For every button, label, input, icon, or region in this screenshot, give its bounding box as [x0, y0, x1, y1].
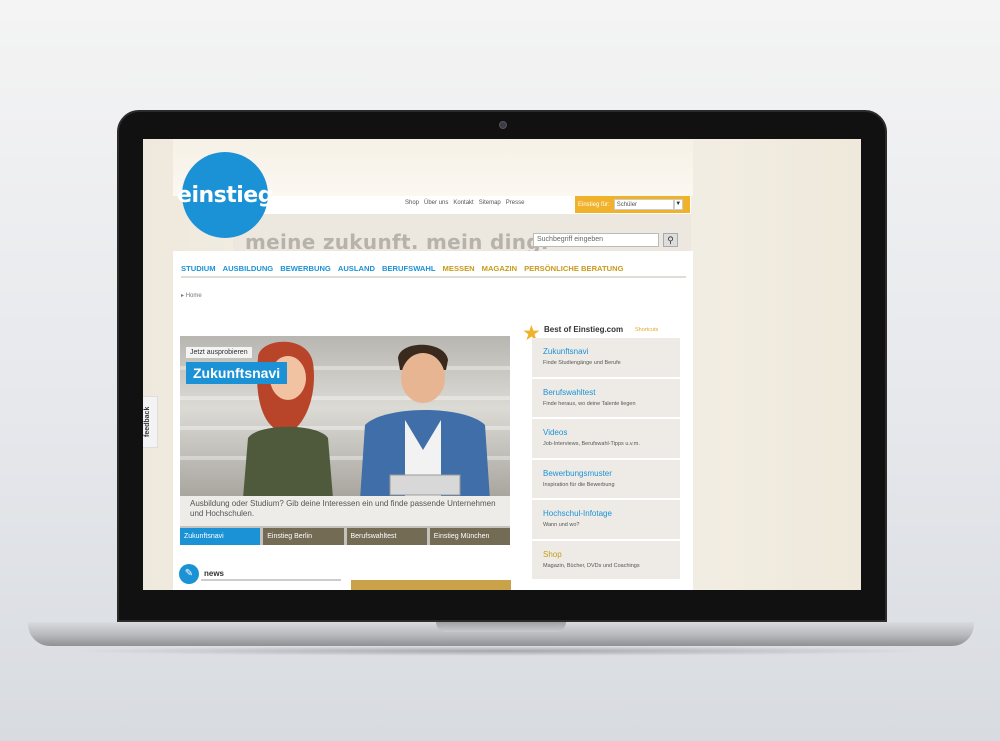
breadcrumb-home[interactable]: Home — [186, 293, 202, 299]
webcam — [499, 121, 507, 129]
teaser-tab-berufswahltest[interactable]: Berufswahltest — [346, 528, 427, 545]
top-link-sitemap[interactable]: Sitemap — [479, 200, 501, 206]
audience-label: Einstieg für: — [578, 201, 610, 208]
man-illustration — [360, 344, 490, 496]
news-thumbnail[interactable] — [351, 580, 511, 590]
news-icon: ✎ — [179, 564, 199, 584]
bestof-item-videos[interactable]: Videos Job-Interviews, Berufswahl-Tipps … — [532, 419, 680, 460]
breadcrumb: ▸ Home — [181, 293, 202, 299]
bestof-list: Zukunftsnavi Finde Studiengänge und Beru… — [532, 338, 680, 581]
top-link-press[interactable]: Presse — [506, 200, 525, 206]
audience-selector: Einstieg für: Schüler ▼ — [575, 196, 690, 213]
teaser-text: Ausbildung oder Studium? Gib deine Inter… — [180, 496, 510, 526]
bestof-item-hochschul-infotage[interactable]: Hochschul-Infotage Wann und wo? — [532, 500, 680, 541]
chevron-down-icon[interactable]: ▼ — [673, 199, 683, 210]
nav-item-messen[interactable]: MESSEN — [443, 264, 475, 273]
nav-item-ausbildung[interactable]: AUSBILDUNG — [223, 264, 274, 273]
nav-item-beratung[interactable]: PERSÖNLICHE BERATUNG — [524, 264, 623, 273]
teaser-tab-muenchen[interactable]: Einstieg München — [429, 528, 510, 545]
top-link-shop[interactable]: Shop — [405, 200, 419, 206]
nav-item-berufswahl[interactable]: BERUFSWAHL — [382, 264, 436, 273]
top-link-about[interactable]: Über uns — [424, 200, 448, 206]
logo-text: einstieg — [177, 182, 273, 208]
teaser-tabs: Zukunftsnavi Einstieg Berlin Berufswahlt… — [180, 528, 510, 545]
feedback-tab[interactable]: feedback — [143, 396, 158, 448]
laptop-notch — [436, 622, 566, 632]
teaser-photo — [180, 336, 510, 496]
nav-item-bewerbung[interactable]: BEWERBUNG — [280, 264, 331, 273]
news-heading: news — [204, 569, 225, 578]
feedback-label: feedback — [144, 406, 151, 437]
top-links: Shop Über uns Kontakt Sitemap Presse — [405, 200, 524, 206]
audience-select[interactable]: Schüler — [613, 199, 674, 210]
teaser-tab-zukunftsnavi[interactable]: Zukunftsnavi — [180, 528, 261, 545]
top-link-contact[interactable]: Kontakt — [453, 200, 473, 206]
site-logo[interactable]: einstieg — [177, 152, 273, 238]
search-icon: ⚲ — [667, 235, 674, 245]
webpage: einstieg Shop Über uns Kontakt Sitemap P… — [173, 139, 693, 590]
bestof-item-bewerbungsmuster[interactable]: Bewerbungsmuster Inspiration für die Bew… — [532, 459, 680, 500]
nav-item-studium[interactable]: STUDIUM — [181, 264, 216, 273]
teaser-slider[interactable]: Jetzt ausprobieren Zukunftsnavi Ausbildu… — [180, 336, 510, 545]
bestof-subtitle: Shortcuts — [635, 327, 659, 333]
search-button[interactable]: ⚲ — [663, 233, 678, 247]
bestof-item-berufswahltest[interactable]: Berufswahltest Finde heraus, wo deine Ta… — [532, 378, 680, 419]
teaser-tag: Jetzt ausprobieren — [186, 347, 252, 358]
main-nav: STUDIUM AUSBILDUNG BEWERBUNG AUSLAND BER… — [181, 264, 686, 278]
browser-screen: feedback einstieg Shop Über uns Kontakt … — [143, 139, 861, 590]
teaser-title[interactable]: Zukunftsnavi — [186, 362, 288, 384]
nav-item-ausland[interactable]: AUSLAND — [338, 264, 375, 273]
nav-item-magazin[interactable]: MAGAZIN — [482, 264, 517, 273]
bestof-item-zukunftsnavi[interactable]: Zukunftsnavi Finde Studiengänge und Beru… — [532, 338, 680, 379]
bestof-item-shop[interactable]: Shop Magazin, Bücher, DVDs und Coachings — [532, 540, 680, 581]
search-input[interactable]: Suchbegriff eingeben — [533, 233, 659, 247]
bestof-title: Best of Einstieg.com — [544, 325, 624, 334]
teaser-tab-berlin[interactable]: Einstieg Berlin — [263, 528, 344, 545]
